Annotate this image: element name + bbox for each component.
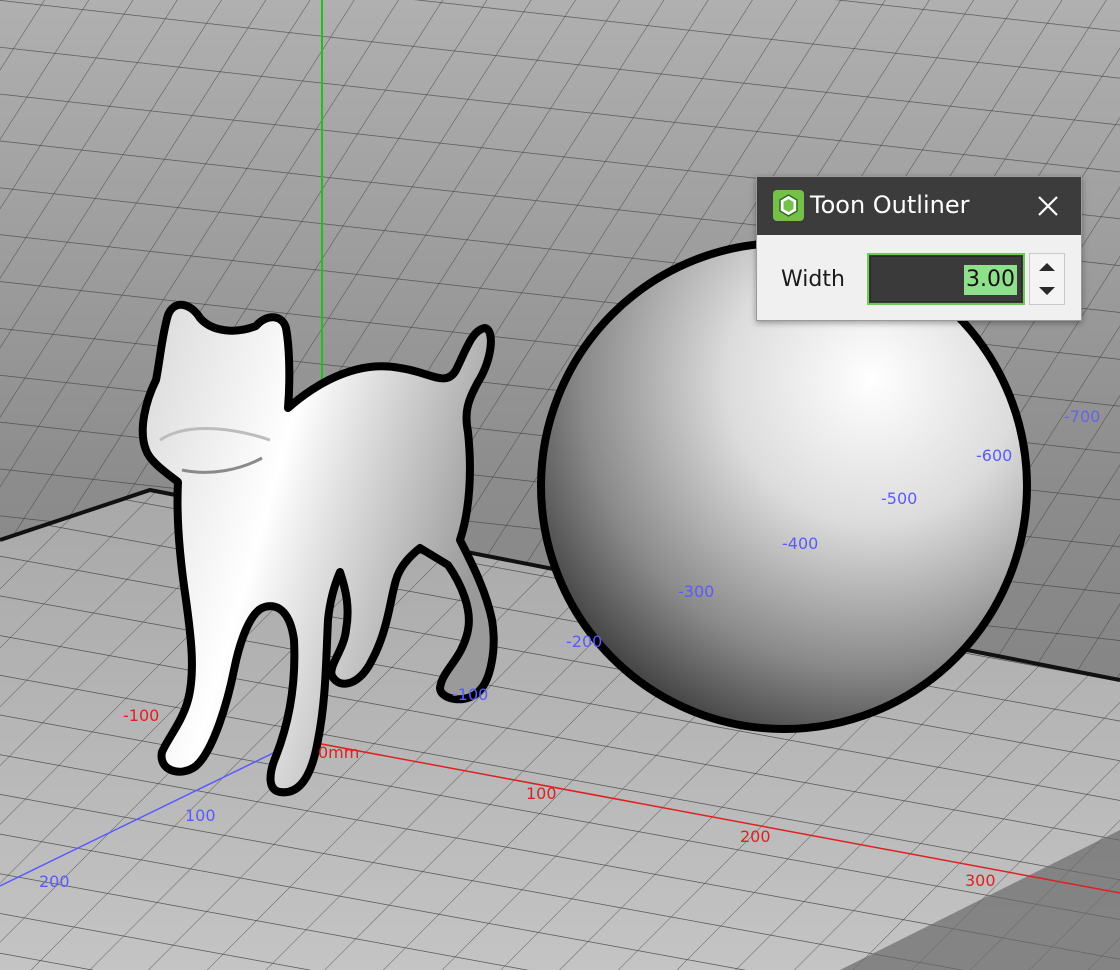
origin-label: 0mm xyxy=(318,743,359,762)
z-axis-tick-label: -300 xyxy=(678,582,714,601)
chevron-up-icon xyxy=(1039,263,1055,271)
dialog-titlebar[interactable]: Toon Outliner xyxy=(757,177,1081,235)
x-axis-tick-label: 100 xyxy=(526,784,557,803)
width-label: Width xyxy=(781,267,845,292)
z-axis-tick-label: -100 xyxy=(452,685,488,704)
z-axis-tick-label: -200 xyxy=(566,632,602,651)
width-input[interactable]: 3.00 xyxy=(867,253,1025,305)
width-spinner xyxy=(1029,253,1065,305)
toon-outliner-dialog: Toon Outliner Width 3.00 xyxy=(756,176,1082,321)
z-axis-tick-label: 200 xyxy=(39,872,70,891)
toon-outliner-app-icon xyxy=(773,190,804,221)
width-value: 3.00 xyxy=(964,265,1017,295)
z-axis-tick-label: -500 xyxy=(881,489,917,508)
z-axis-tick-label: -700 xyxy=(1064,407,1100,426)
x-axis-tick-label: 200 xyxy=(740,827,771,846)
close-button[interactable] xyxy=(1033,191,1063,221)
x-axis-tick-label: 300 xyxy=(965,871,996,890)
chevron-down-icon xyxy=(1039,287,1055,295)
z-axis-tick-label: -600 xyxy=(976,446,1012,465)
decrement-button[interactable] xyxy=(1030,279,1064,304)
3d-viewport[interactable]: 0mm 100 200 300 -100 100 200 -100 -200 -… xyxy=(0,0,1120,970)
increment-button[interactable] xyxy=(1030,254,1064,279)
z-axis-tick-label: 100 xyxy=(185,806,216,825)
z-axis-tick-label: -400 xyxy=(782,534,818,553)
dialog-title: Toon Outliner xyxy=(810,191,970,219)
x-axis-tick-label: -100 xyxy=(123,706,159,725)
close-icon xyxy=(1038,196,1058,216)
